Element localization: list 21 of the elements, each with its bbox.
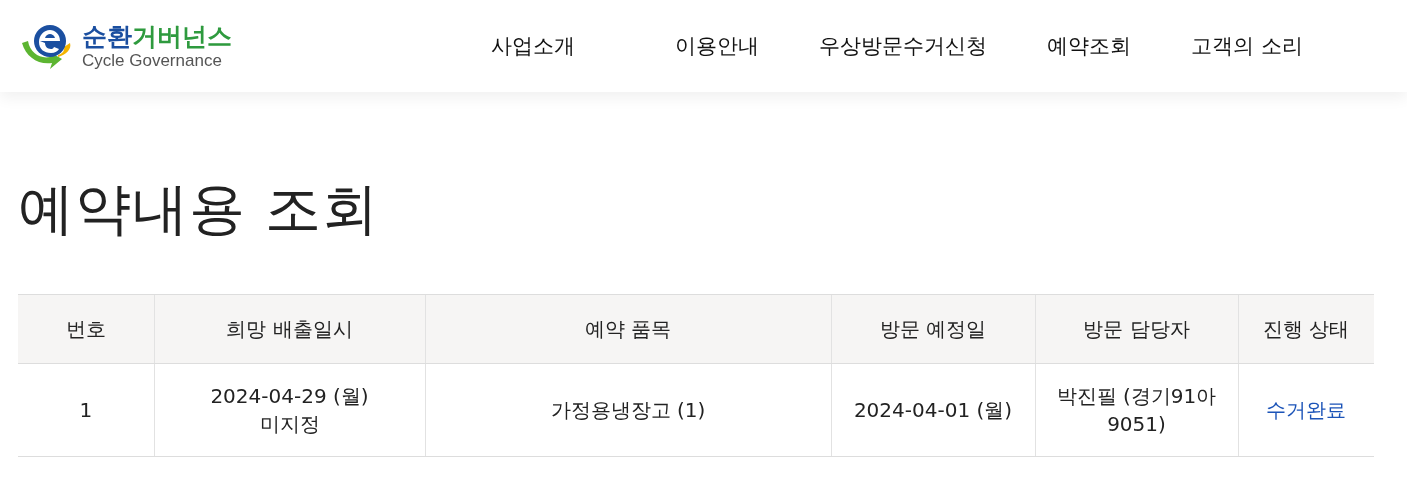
table-cell: 2024-04-01 (월)	[831, 363, 1035, 457]
table-cell: 가정용냉장고 (1)	[425, 363, 831, 457]
column-header: 진행 상태	[1238, 294, 1374, 364]
nav-link[interactable]: 이용안내	[645, 32, 790, 60]
logo-name: 순환	[82, 23, 132, 49]
nav-link[interactable]: 사업소개	[491, 32, 606, 60]
column-header: 예약 품목	[425, 294, 831, 364]
column-header: 희망 배출일시	[154, 294, 425, 364]
nav-link[interactable]: 우상방문수거신청	[789, 32, 1018, 60]
column-header: 방문 예정일	[831, 294, 1035, 364]
column-header: 방문 담당자	[1035, 294, 1238, 364]
status-link[interactable]: 수거완료	[1266, 398, 1347, 422]
page-title: 예약내용 조회	[18, 175, 380, 243]
table-cell: 박진필 (경기91아 9051)	[1035, 363, 1238, 457]
column-header: 번호	[18, 294, 154, 364]
logo-subtitle: Cycle Governance	[82, 51, 223, 69]
nav-link[interactable]: 예약조회	[1017, 32, 1162, 60]
logo-name: 거버넌스	[132, 23, 232, 49]
table-cell: 1	[18, 363, 154, 457]
table-cell: 2024-04-29 (월) 미지정	[154, 363, 425, 457]
nav-link[interactable]: 고객의 소리	[1161, 32, 1333, 60]
